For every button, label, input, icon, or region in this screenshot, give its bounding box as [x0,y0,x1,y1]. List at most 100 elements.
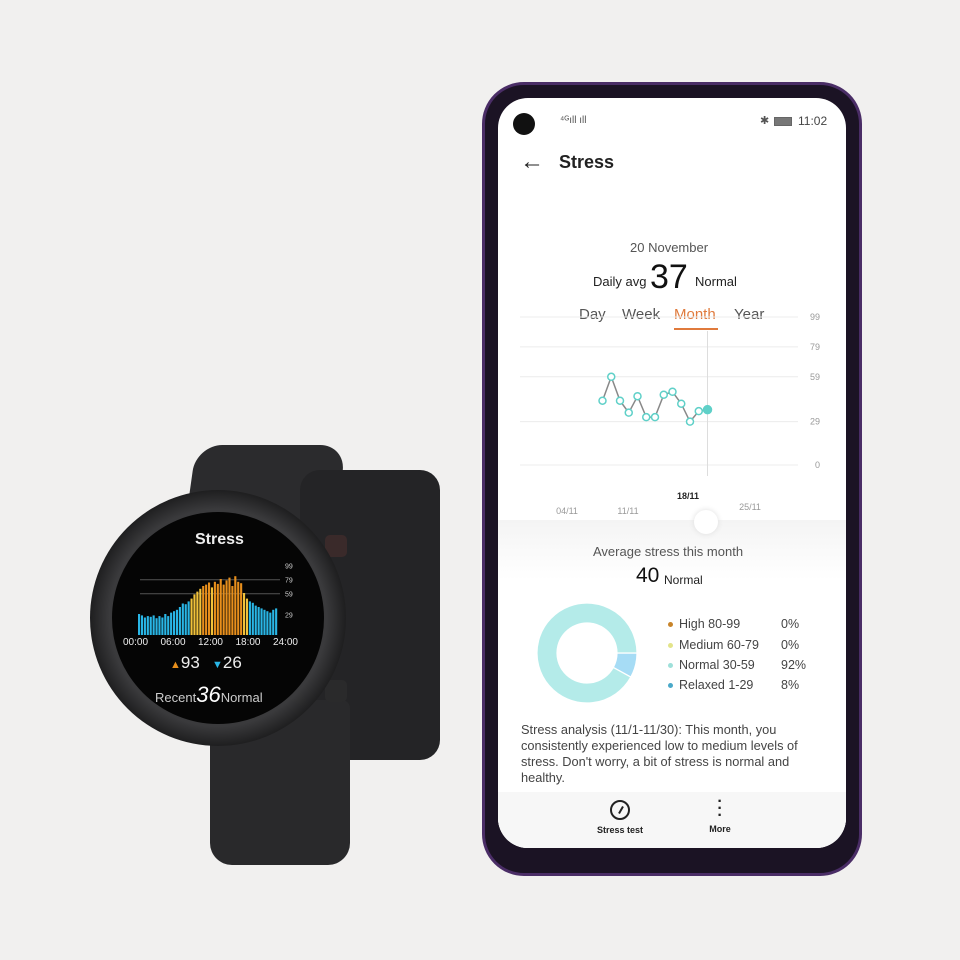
donut-segment [536,602,638,704]
watch-bar [193,594,196,635]
y-tick-label: 79 [810,342,820,352]
data-point [659,390,668,399]
stress-test-label: Stress test [596,825,644,835]
watch-bar [190,598,193,635]
triangle-up-icon: ▲ [170,659,181,671]
bottom-nav: Stress test · · · More [498,792,846,848]
x-tick-label: 25/11 [739,502,761,512]
watch-bar [146,616,149,635]
watch-bar [228,577,231,635]
more-label: More [709,824,731,834]
data-point [650,412,660,422]
watch-bar [275,608,278,635]
time-label: 18:00 [235,637,261,648]
watch-bar [158,616,161,635]
data-point [615,396,625,405]
x-tick-label: 04/11 [556,506,578,516]
y-tick-label: 0 [815,460,820,470]
watch-bar [254,605,257,635]
legend-relaxed: Relaxed 1-29 [668,678,753,692]
watch-bar [237,581,240,635]
watch-bar [234,576,237,635]
recent-value: 36 [196,682,221,707]
watch-bar [170,612,173,635]
watch-bar [205,584,208,635]
watch-bar [240,583,243,635]
watch-recent: Recent36Normal [155,682,263,708]
watch-bar [187,601,190,635]
watch-bar [138,614,141,635]
more-button[interactable]: · · · More [698,794,742,835]
watch-bar [173,611,176,635]
data-point [633,391,642,401]
watch-bar [140,615,144,635]
watch-bar [269,612,272,635]
max-value: 93 [180,653,200,672]
phone-screen: ⁴ᴳıll ıll ✱ 11:02 ← Stress Day Week Mont… [498,98,846,848]
watch-axis-tick: 99 [285,564,293,571]
watch-bar [210,587,214,635]
watch-axis-tick: 59 [285,592,293,599]
watch-bar [243,593,246,635]
data-point [702,404,713,415]
y-tick-label: 29 [810,417,820,427]
watch-max: ▲93 [170,653,200,673]
watch-bar [184,604,187,635]
watch-bar [225,580,228,635]
watch-stress-chart: 99 79 59 29 [138,564,293,635]
month-avg-status: Normal [664,573,703,587]
watch-bar [266,611,269,635]
watch-bar [167,616,170,635]
watch-bar [263,609,266,635]
legend-high: High 80-99 [668,617,740,631]
stress-donut-chart [536,602,638,704]
watch-bar [245,598,249,635]
watch-bar [196,591,199,635]
time-label: 06:00 [160,637,186,648]
legend-normal-percent: 92% [781,658,807,672]
data-point [642,412,651,422]
legend-medium: Medium 60-79 [668,638,759,652]
watch-title: Stress [195,531,244,548]
watch-bar [251,602,254,635]
legend-relaxed-percent: 8% [781,678,800,692]
watch-bar [149,616,152,635]
time-label: 24:00 [272,637,298,648]
data-point [668,387,677,396]
y-tick-label: 59 [810,372,820,382]
watch-bar [222,584,225,635]
data-point [677,399,686,408]
y-tick-label: 99 [810,312,820,322]
watch-bar [257,607,260,635]
watch-bar [164,614,167,635]
watch-bar [219,579,222,635]
recent-status: Normal [220,690,263,705]
recent-label: Recent [155,690,197,705]
watch-bar [143,617,146,635]
watch-bar [260,608,263,635]
watch-axis-tick: 29 [285,613,293,620]
legend-high-percent: 0% [781,617,800,631]
data-point [598,396,607,405]
stress-analysis-text: Stress analysis (11/1-11/30): This month… [521,722,798,785]
stress-test-button[interactable]: Stress test [588,800,652,835]
watch-bar [199,588,202,635]
month-avg-value: 40 [636,564,660,587]
watch-bar [152,615,155,635]
watch-bar [181,603,184,635]
watch-bar [178,607,181,635]
min-value: 26 [222,653,242,672]
time-label: 00:00 [123,637,149,648]
watch-bar [155,618,158,635]
gauge-icon [610,800,630,820]
triangle-down-icon: ▼ [212,659,223,671]
watch-crown-bottom [325,680,347,702]
watch-bar [208,582,211,635]
watch-bar [161,617,164,635]
x-tick-label: 11/11 [617,506,638,516]
x-tick-label-selected: 18/11 [677,491,699,501]
data-point [685,417,695,426]
legend-normal: Normal 30-59 [668,658,755,672]
data-point [624,408,633,417]
watch-bar [272,609,275,635]
